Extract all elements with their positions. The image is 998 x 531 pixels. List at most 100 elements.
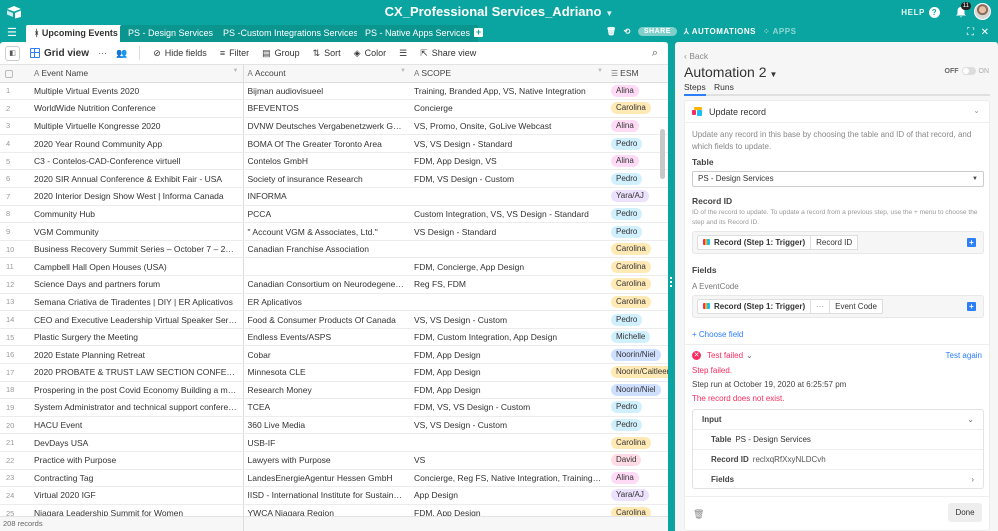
done-button[interactable]: Done [948,503,982,522]
cell-scope[interactable]: FDM, VS, VS Design - Custom [410,398,607,417]
table-row[interactable]: 8 Community Hub PCCA Custom Integration, VS… [0,205,668,224]
automation-title[interactable]: Automation 2 ▼ [684,64,777,80]
collaborators-icon[interactable]: 👥 [116,48,127,59]
table-row[interactable]: 14 CEO and Executive Leadership Virtual S… [0,310,668,329]
row-number[interactable]: 14 [0,310,30,329]
cell-esm[interactable]: Yara/AJ [607,486,668,505]
cell-event-name[interactable]: Community Hub [30,205,243,224]
cell-scope[interactable] [410,433,607,452]
cell-scope[interactable]: Reg FS, FDM [410,275,607,294]
record-id-input[interactable]: Record (Step 1: Trigger) Record ID + [692,231,984,254]
chevron-down-icon[interactable]: ▼ [233,68,239,74]
cell-scope[interactable]: VS, Promo, Onsite, GoLive Webcast [410,117,607,136]
cell-account[interactable]: Bijman audiovisueel [242,82,410,101]
row-number[interactable]: 22 [0,451,30,470]
cell-account[interactable]: Endless Events/ASPS [242,328,410,347]
cell-esm[interactable]: Carolina [607,240,668,259]
share-button[interactable]: SHARE [637,27,677,36]
hide-fields-button[interactable]: ⊘ Hide fields [153,48,207,59]
back-link[interactable]: ‹ Back [684,51,708,61]
cell-account[interactable]: Research Money [242,381,410,400]
apps-button[interactable]: ⁘ APPS [763,27,796,36]
toggle-switch[interactable] [961,67,976,75]
add-table-icon[interactable]: + [474,28,483,37]
cell-scope[interactable]: FDM, Concierge, App Design [410,257,607,277]
row-number[interactable]: 5 [0,152,30,171]
table-row[interactable]: 19 System Administrator and technical sup… [0,398,668,417]
view-more-button[interactable]: ··· [98,48,107,58]
row-number[interactable]: 8 [0,205,30,224]
cell-esm[interactable]: David [607,451,668,470]
cell-account[interactable]: LandesEnergieAgentur Hessen GmbH [242,469,410,488]
cell-scope[interactable]: VS, VS Design - Custom [410,416,607,435]
cell-esm[interactable]: Carolina [607,257,668,277]
cell-scope[interactable]: FDM, App Design, VS [410,152,607,171]
cell-event-name[interactable]: WorldWide Nutrition Conference [30,99,243,118]
table-row[interactable]: 4 2020 Year Round Community App BOMA Of Th… [0,134,668,153]
table-row[interactable]: 3 Multiple Virtuelle Kongresse 2020 DVNW D… [0,117,668,136]
row-number[interactable]: 7 [0,187,30,206]
event-code-token[interactable]: Event Code [830,299,883,314]
filter-button[interactable]: ≡ Filter [220,48,249,58]
row-number[interactable]: 15 [0,328,30,347]
cell-esm[interactable]: Alina [607,82,668,101]
pane-resize-handle[interactable] [668,42,675,531]
cell-scope[interactable]: VS, VS Design - Custom [410,310,607,329]
table-row[interactable]: 10 Business Recovery Summit Series – Octo… [0,240,668,259]
cell-scope[interactable]: VS [410,451,607,470]
row-number[interactable]: 1 [0,82,30,101]
expand-panel-icon[interactable]: ⛶ [967,27,974,38]
cell-esm[interactable]: Pedro [607,398,668,417]
table-row[interactable]: 11 Campbell Hall Open Houses (USA) FDM, Co… [0,257,668,277]
cell-event-name[interactable]: Multiple Virtual Events 2020 [30,82,243,101]
cell-scope[interactable]: Concierge [410,99,607,118]
cell-scope[interactable] [410,293,607,312]
cell-esm[interactable]: Carolina [607,99,668,118]
table-row[interactable]: 13 Semana Criativa de Tiradentes | DIY | … [0,293,668,312]
row-number[interactable]: 2 [0,99,30,118]
row-number[interactable]: 11 [0,257,30,277]
cell-esm[interactable]: Alina [607,117,668,136]
row-number[interactable]: 24 [0,486,30,505]
test-status[interactable]: ✕ Test failed ⌄ [692,351,753,360]
avatar[interactable] [974,3,991,20]
tab-ps-native-apps[interactable]: PS - Native Apps Services [357,25,479,42]
row-number[interactable]: 17 [0,363,30,382]
row-number[interactable]: 18 [0,381,30,400]
cell-event-name[interactable]: 2020 Estate Planning Retreat [30,345,243,364]
table-row[interactable]: 12 Science Days and partners forum Canadia… [0,275,668,294]
trash-icon[interactable]: 🗑 [693,509,704,520]
cell-event-name[interactable]: CEO and Executive Leadership Virtual Spe… [30,310,243,329]
cell-event-name[interactable]: Campbell Hall Open Houses (USA) [30,257,243,277]
cell-esm[interactable]: Noorin/Niel [607,381,668,400]
cell-account[interactable]: " Account VGM & Associates, Ltd." [242,222,410,241]
share-view-button[interactable]: ⇱ Share view [420,48,476,59]
insert-token-button[interactable]: + [967,302,976,311]
cell-esm[interactable]: Pedro [607,169,668,189]
cell-account[interactable]: IISD - International Institute for Susta… [242,486,410,505]
cell-esm[interactable]: Yara/AJ [607,187,668,206]
color-button[interactable]: ◈ Color [354,48,386,59]
automations-button[interactable]: ⅄ AUTOMATIONS [684,27,756,36]
cell-event-name[interactable]: 2020 Year Round Community App [30,134,243,153]
group-button[interactable]: ▤ Group [262,48,300,59]
tab-steps[interactable]: Steps [684,82,706,96]
cell-account[interactable]: Society of insurance Research [242,169,410,189]
column-header-esm[interactable]: ☰ ESM [607,65,668,83]
cell-account[interactable]: Canadian Consortium on Neurodegeneration… [242,275,410,294]
row-number[interactable]: 10 [0,240,30,259]
token-path-more[interactable]: ··· [811,299,831,314]
row-number[interactable]: 6 [0,169,30,189]
table-row[interactable]: 16 2020 Estate Planning Retreat Cobar FDM, … [0,345,668,364]
table-row[interactable]: 6 2020 SIR Annual Conference & Exhibit Fa… [0,169,668,189]
tab-ps-custom-integrations[interactable]: PS -Custom Integrations Services [215,25,367,42]
table-row[interactable]: 9 VGM Community " Account VGM & Associates… [0,222,668,241]
cell-event-name[interactable]: Plastic Surgery the Meeting [30,328,243,347]
record-id-token[interactable]: Record ID [811,235,859,250]
cell-esm[interactable]: Alina [607,152,668,171]
cell-scope[interactable]: VS, VS Design - Standard [410,134,607,153]
cell-esm[interactable]: Pedro [607,222,668,241]
cell-account[interactable]: USB-IF [242,433,410,452]
close-panel-icon[interactable]: ✕ [981,27,989,38]
test-again-button[interactable]: Test again [946,351,982,360]
